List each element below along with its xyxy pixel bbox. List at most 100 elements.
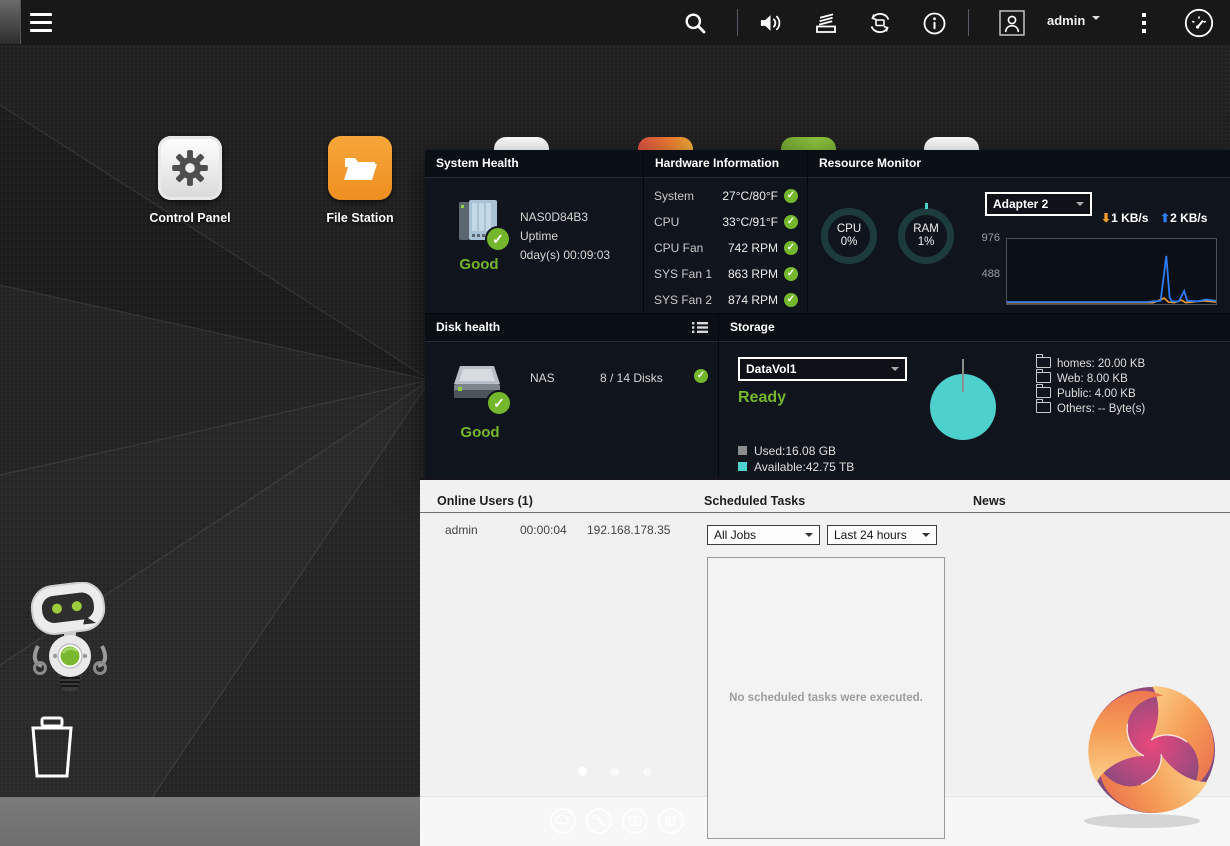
control-panel-icon[interactable] [158,136,222,200]
volume-button[interactable] [758,10,784,36]
online-user-duration: 00:00:04 [520,523,567,537]
resource-monitor-widget: Resource Monitor CPU 0% RAM 1% Adapter 2… [807,150,1230,313]
jobs-filter-select[interactable]: All Jobs [707,525,820,545]
carousel-dot-3[interactable] [643,767,652,776]
nas-device-icon [453,198,511,252]
search-button[interactable] [682,10,708,36]
folder-legend-item: homes: 20.00 KB [1036,354,1145,371]
chevron-down-icon [922,533,930,541]
disk-health-title-text: Disk health [436,320,501,334]
dashboard-button[interactable] [1184,8,1214,38]
ok-icon [784,267,798,281]
hw-value: 33°C/91°F [722,215,778,229]
list-icon [692,322,708,333]
upload-rate: ⬆2 KB/s [1160,211,1207,225]
disk-health-status: Good [460,424,500,441]
online-users-title: Online Users (1) [437,494,533,508]
qnap-swirl-logo [1080,680,1225,830]
more-options-button[interactable] [1131,10,1157,36]
hardware-info-widget: Hardware Information System 27°C/80°F CP… [643,150,808,313]
net-up-line [1007,255,1216,303]
control-panel-label: Control Panel [149,211,231,225]
disk-host: NAS [530,371,555,385]
top-bar: admin [0,0,1230,45]
net-tick-bottom: 488 [981,268,1000,280]
folder-icon [1036,354,1051,368]
time-filter-select[interactable]: Last 24 hours [827,525,937,545]
carousel-dot-2[interactable] [610,767,619,776]
uptime-label: Uptime [520,229,559,243]
upload-rate-value: 2 KB/s [1170,211,1208,225]
chevron-down-icon [1076,202,1084,210]
folder-legend-text: Public: 4.00 KB [1057,388,1136,400]
net-tick-top: 976 [981,232,1000,244]
disk-list-view-button[interactable] [692,321,708,334]
info-button[interactable] [921,10,947,36]
volume-icon [760,15,781,31]
ram-gauge-label: RAM [913,223,939,235]
folder-icon [1036,384,1051,398]
folder-legend-item: Others: -- Byte(s) [1036,399,1145,416]
carousel-dot-1[interactable] [578,767,587,776]
available-value: Available:42.75 TB [754,460,855,474]
system-health-widget: System Health Good NAS0D84B3 Uptime 0day… [425,150,643,313]
used-swatch [738,446,747,455]
chevron-down-icon [891,367,899,375]
external-device-button[interactable] [867,10,893,36]
utilities-button[interactable] [586,808,612,834]
user-name-label: admin [1047,13,1086,28]
feedback-button[interactable] [658,808,684,834]
device-name: NAS0D84B3 [520,210,589,224]
cloud-button[interactable] [550,808,576,834]
upload-arrow-icon: ⬆ [1160,211,1171,225]
hw-row-cpu-fan: CPU Fan 742 RPM [644,235,808,261]
ok-icon [784,189,798,203]
background-tasks-button[interactable] [813,10,839,36]
news-title: News [973,494,1006,508]
disk-health-title: Disk health [425,314,718,342]
cpu-gauge-value: 0% [840,236,858,248]
adapter-select[interactable]: Adapter 2 [985,192,1092,216]
hw-label: SYS Fan 1 [654,267,713,281]
folder-legend-item: Public: 4.00 KB [1036,384,1145,401]
storage-title: Storage [719,314,1230,342]
recycle-bin-icon[interactable] [27,716,77,780]
hw-row-cpu: CPU 33°C/91°F [644,209,808,235]
resource-monitor-title: Resource Monitor [808,150,1230,178]
file-station-icon[interactable] [328,136,392,200]
available-legend: Available:42.75 TB [738,460,854,474]
cpu-gauge: CPU 0% [821,208,877,264]
robot-mascot[interactable] [22,582,118,694]
manual-button[interactable] [622,808,648,834]
desktop-widgets-panel: Online Users (1) Scheduled Tasks News ad… [420,478,1230,846]
folder-icon [344,158,377,180]
online-user-name: admin [445,523,478,537]
download-rate-value: 1 KB/s [1111,211,1149,225]
user-name-dropdown[interactable]: admin [1047,13,1101,28]
time-filter-value: Last 24 hours [834,528,907,542]
disk-health-widget: Disk health Good N [425,313,718,480]
volume-select[interactable]: DataVol1 [738,357,907,381]
ok-icon [784,293,798,307]
folder-icon [1036,369,1051,383]
user-menu-button[interactable] [999,10,1025,36]
desktop-switch-tab[interactable] [0,0,21,44]
user-icon [999,10,1025,36]
hw-label: SYS Fan 2 [654,293,713,307]
hw-label: CPU Fan [654,241,704,255]
widgets-header-rule [420,512,1230,513]
jobs-filter-value: All Jobs [714,528,757,542]
scheduled-tasks-empty-message: No scheduled tasks were executed. [729,692,923,704]
hw-value: 874 RPM [727,293,778,307]
online-user-ip: 192.168.178.35 [587,523,671,537]
volume-status: Ready [738,389,787,406]
used-value: Used:16.08 GB [754,444,837,458]
main-menu-button[interactable] [30,13,52,32]
hw-value: 863 RPM [727,267,778,281]
topbar-divider [737,9,738,36]
hammer-icon [586,808,612,834]
hw-label: System [654,189,695,203]
used-legend: Used:16.08 GB [738,444,836,458]
gear-icon [172,150,208,186]
hardware-info-title: Hardware Information [644,150,808,178]
